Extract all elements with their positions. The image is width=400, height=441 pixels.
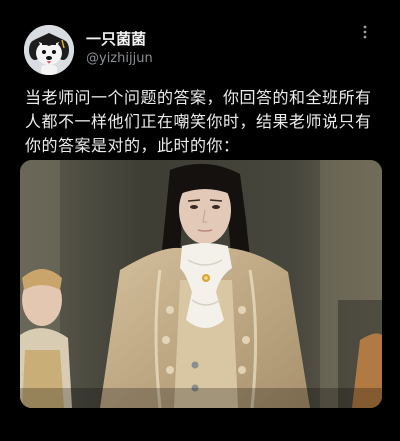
author-display-name[interactable]: 一只菌菌 — [86, 28, 146, 49]
post-card: 一只菌菌 @yizhijjun 当老师问一个问题的答案，你回答的和全班所有人都不… — [0, 0, 400, 441]
post-image[interactable] — [20, 160, 382, 408]
post-text: 当老师问一个问题的答案，你回答的和全班所有人都不一样他们正在嘲笑你时，结果老师说… — [25, 88, 372, 155]
author-handle[interactable]: @yizhijjun — [86, 51, 153, 66]
more-options-button[interactable] — [354, 24, 376, 42]
more-options-icon — [363, 24, 367, 43]
cartoon-dog-avatar-icon — [24, 25, 74, 75]
man-in-ornate-period-costume — [20, 160, 382, 408]
author-avatar[interactable] — [24, 25, 74, 75]
